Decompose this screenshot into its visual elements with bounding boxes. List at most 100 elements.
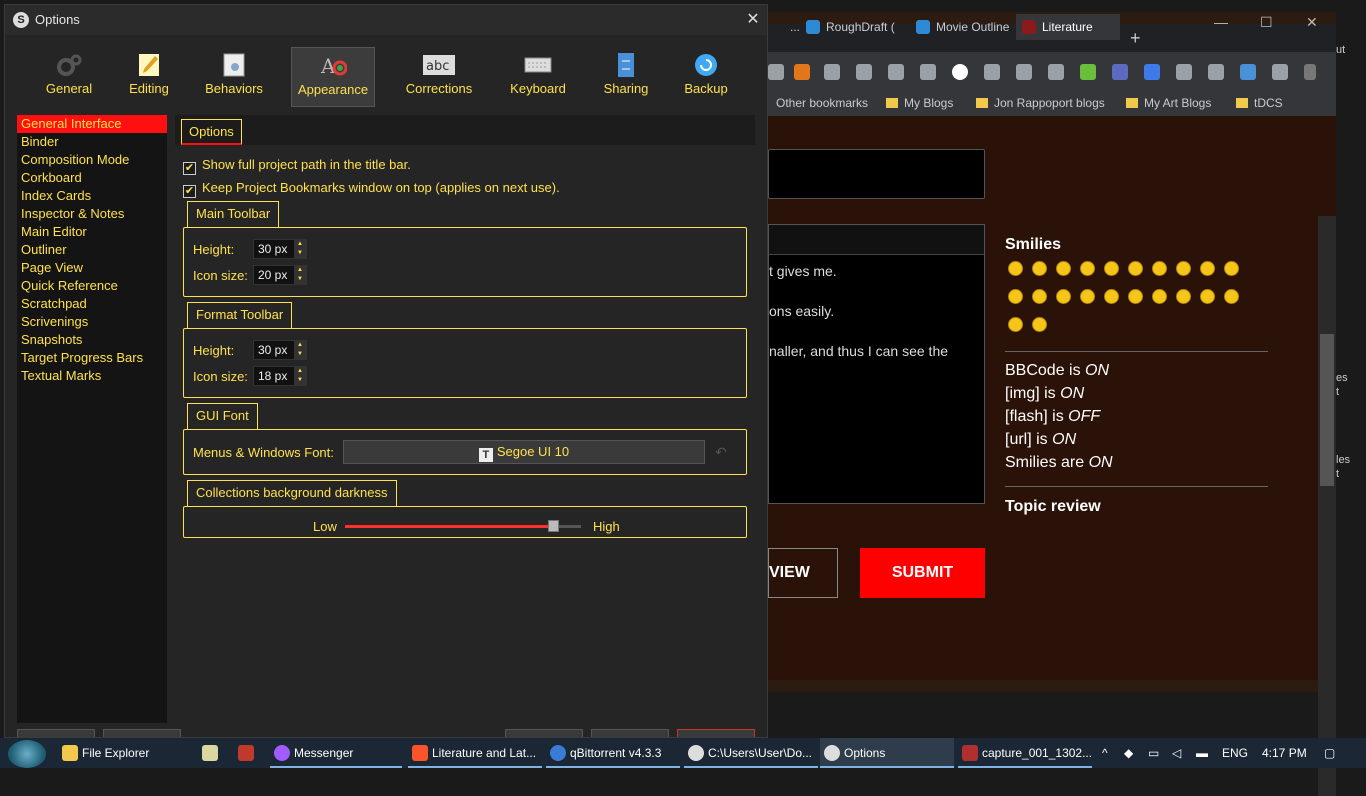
extension-icon[interactable] xyxy=(1080,64,1096,80)
extension-icon[interactable] xyxy=(768,64,784,80)
sidebar-item-inspector-notes[interactable]: Inspector & Notes xyxy=(17,205,167,223)
smiley-icon[interactable] xyxy=(1224,289,1239,304)
smiley-icon[interactable] xyxy=(1008,289,1023,304)
arrow-up-icon[interactable]: ▲ xyxy=(294,240,306,249)
spinner-arrows[interactable]: ▲ ▼ xyxy=(294,367,306,385)
smiley-icon[interactable] xyxy=(1176,289,1191,304)
darkness-slider[interactable] xyxy=(345,520,581,532)
sidebar-item-quick-reference[interactable]: Quick Reference xyxy=(17,277,167,295)
extension-icon[interactable] xyxy=(1208,64,1224,80)
tool-appearance[interactable]: A Appearance xyxy=(291,47,375,107)
sidebar-item-binder[interactable]: Binder xyxy=(17,133,167,151)
smiley-icon[interactable] xyxy=(1032,289,1047,304)
tool-corrections[interactable]: abc Corrections xyxy=(401,47,477,107)
bookmark-my-art-blogs[interactable]: My Art Blogs xyxy=(1126,96,1211,110)
arrow-up-icon[interactable]: ▲ xyxy=(294,341,306,350)
metamask-icon[interactable] xyxy=(794,64,810,80)
smiley-icon[interactable] xyxy=(1200,261,1215,276)
smiley-icon[interactable] xyxy=(1032,261,1047,276)
browser-tab[interactable]: RoughDraft ( xyxy=(800,14,900,40)
bookmark-tdcs[interactable]: tDCS xyxy=(1236,96,1283,110)
reset-font-icon[interactable]: ↶ xyxy=(715,444,731,460)
tool-keyboard[interactable]: Keyboard xyxy=(505,47,571,107)
browser-close-button[interactable]: ✕ xyxy=(1306,14,1318,31)
sidebar-item-general-interface[interactable]: General Interface xyxy=(17,115,167,133)
smiley-icon[interactable] xyxy=(1032,317,1047,332)
submit-button[interactable]: SUBMIT xyxy=(860,548,985,598)
main-icon-size-spinner[interactable]: 20 px ▲ ▼ xyxy=(253,265,307,285)
sidebar-item-corkboard[interactable]: Corkboard xyxy=(17,169,167,187)
smiley-icon[interactable] xyxy=(1080,261,1095,276)
checkbox-checked[interactable]: ✔ xyxy=(183,185,196,198)
smiley-icon[interactable] xyxy=(1128,261,1143,276)
extension-icon[interactable] xyxy=(1144,64,1160,80)
task-qbittorrent[interactable]: qBittorrent v4.3.3 xyxy=(546,738,680,768)
puzzle-icon[interactable] xyxy=(1272,64,1288,80)
tool-backup[interactable]: Backup xyxy=(681,47,731,107)
task-app[interactable] xyxy=(234,738,262,768)
extension-icon[interactable] xyxy=(1112,64,1128,80)
font-picker-button[interactable]: T Segoe UI 10 xyxy=(343,440,705,464)
sidebar-item-page-view[interactable]: Page View xyxy=(17,259,167,277)
browser-tab[interactable]: Movie Outline xyxy=(910,14,1010,40)
task-messenger[interactable]: Messenger xyxy=(270,738,402,768)
dropbox-icon[interactable]: ◆ xyxy=(1124,738,1138,768)
maximize-button[interactable]: ☐ xyxy=(1260,14,1273,31)
ok-button[interactable] xyxy=(505,729,583,737)
smiley-icon[interactable] xyxy=(1152,261,1167,276)
sidebar-item-scratchpad[interactable]: Scratchpad xyxy=(17,295,167,313)
menu-icon[interactable] xyxy=(1304,64,1316,80)
format-height-spinner[interactable]: 30 px ▲ ▼ xyxy=(253,340,307,360)
show-path-checkbox[interactable]: ✔ Show full project path in the title bar… xyxy=(183,157,411,175)
bookmarks-on-top-checkbox[interactable]: ✔ Keep Project Bookmarks window on top (a… xyxy=(183,180,560,198)
block-icon[interactable] xyxy=(952,64,968,80)
task-notepad[interactable] xyxy=(198,738,226,768)
tool-sharing[interactable]: Sharing xyxy=(599,47,653,107)
spinner-arrows[interactable]: ▲ ▼ xyxy=(294,266,306,284)
notifications-icon[interactable]: ▢ xyxy=(1324,738,1342,768)
smiley-icon[interactable] xyxy=(1008,317,1023,332)
scrollbar-thumb[interactable] xyxy=(1320,334,1334,486)
sidebar-item-textual-marks[interactable]: Textual Marks xyxy=(17,367,167,385)
tool-behaviors[interactable]: Behaviors xyxy=(199,47,269,107)
show-hidden-icons[interactable]: ^ xyxy=(1102,738,1108,768)
smiley-icon[interactable] xyxy=(1104,261,1119,276)
task-explorer-path[interactable]: C:\Users\User\Do... xyxy=(684,738,818,768)
task-brave[interactable]: Literature and Lat... xyxy=(408,738,542,768)
arrow-down-icon[interactable]: ▼ xyxy=(294,376,306,385)
task-file-explorer[interactable]: File Explorer xyxy=(58,738,198,768)
smiley-icon[interactable] xyxy=(1104,289,1119,304)
start-button-icon[interactable] xyxy=(8,740,46,768)
sidebar-item-index-cards[interactable]: Index Cards xyxy=(17,187,167,205)
sidebar-item-scrivenings[interactable]: Scrivenings xyxy=(17,313,167,331)
sidebar-item-snapshots[interactable]: Snapshots xyxy=(17,331,167,349)
bookmark-jon-rappoport[interactable]: Jon Rappoport blogs xyxy=(976,96,1105,110)
minimize-button[interactable]: — xyxy=(1214,14,1228,30)
subject-input[interactable] xyxy=(768,149,985,199)
extension-icon[interactable] xyxy=(824,64,840,80)
arrow-down-icon[interactable]: ▼ xyxy=(294,275,306,284)
browser-tab[interactable]: ...ft fr xyxy=(764,14,800,40)
arrow-up-icon[interactable]: ▲ xyxy=(294,266,306,275)
smiley-icon[interactable] xyxy=(1152,289,1167,304)
bookmark-my-blogs[interactable]: My Blogs xyxy=(886,96,953,110)
spinner-arrows[interactable]: ▲ ▼ xyxy=(294,240,306,258)
browser-tab-active[interactable]: Literature xyxy=(1016,14,1120,40)
manage-button[interactable] xyxy=(17,729,95,737)
defaults-button[interactable] xyxy=(103,729,181,737)
battery-icon[interactable]: ▬ xyxy=(1196,738,1210,768)
extension-icon[interactable] xyxy=(1176,64,1192,80)
network-icon[interactable]: ▭ xyxy=(1148,738,1162,768)
extension-icon[interactable] xyxy=(984,64,1000,80)
extension-icon[interactable] xyxy=(888,64,904,80)
arrow-down-icon[interactable]: ▼ xyxy=(294,249,306,258)
spinner-arrows[interactable]: ▲ ▼ xyxy=(294,341,306,359)
tool-general[interactable]: General xyxy=(41,47,97,107)
sidebar-item-composition-mode[interactable]: Composition Mode xyxy=(17,151,167,169)
smiley-icon[interactable] xyxy=(1128,289,1143,304)
format-icon-size-spinner[interactable]: 18 px ▲ ▼ xyxy=(253,366,307,386)
smiley-icon[interactable] xyxy=(1056,289,1071,304)
sidebar-item-target-progress-bars[interactable]: Target Progress Bars xyxy=(17,349,167,367)
sidebar-item-main-editor[interactable]: Main Editor xyxy=(17,223,167,241)
extension-icon[interactable] xyxy=(856,64,872,80)
